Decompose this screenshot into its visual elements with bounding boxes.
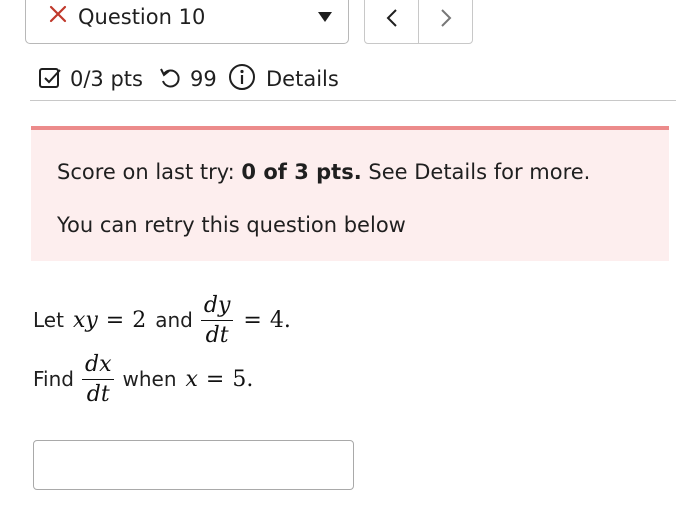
var-x: x	[72, 307, 86, 333]
details-link[interactable]: Details	[228, 60, 339, 96]
points-text: 0/3 pts	[70, 67, 143, 91]
score-line: Score on last try: 0 of 3 pts. See Detai…	[57, 160, 590, 184]
question-nav	[364, 0, 473, 44]
previous-question-button[interactable]	[365, 0, 419, 43]
chevron-right-icon	[440, 9, 451, 27]
and-word: and	[155, 308, 193, 332]
next-question-button[interactable]	[419, 0, 472, 43]
question-selector[interactable]: Question 10	[25, 0, 349, 44]
fraction-numerator: dx	[81, 352, 115, 380]
let-word: Let	[33, 308, 64, 332]
fraction-denominator: dt	[205, 322, 229, 348]
var-x: x	[185, 366, 198, 392]
caret-down-icon	[318, 12, 332, 22]
when-word: when	[122, 367, 177, 391]
chevron-left-icon	[386, 9, 397, 27]
info-icon	[229, 64, 255, 90]
score-suffix: See Details for more.	[368, 160, 591, 184]
details-label: Details	[266, 67, 339, 91]
attempts-count: 99	[190, 67, 217, 91]
question-label: Question 10	[78, 5, 206, 29]
retry-message: You can retry this question below	[57, 213, 406, 237]
find-word: Find	[33, 367, 74, 391]
divider	[30, 100, 676, 101]
equals-sign: =	[105, 307, 125, 333]
x-icon	[49, 5, 67, 23]
checkbox-score-icon	[39, 68, 61, 88]
answer-input[interactable]	[33, 440, 354, 490]
product-value: 2	[132, 307, 147, 333]
equals-sign: =	[205, 366, 225, 392]
dy-dt-fraction: dy dt	[200, 293, 234, 348]
score-banner: Score on last try: 0 of 3 pts. See Detai…	[31, 126, 669, 261]
fraction-denominator: dt	[86, 381, 110, 407]
x-value: 5.	[232, 366, 254, 392]
score-value: 0 of 3 pts.	[241, 160, 362, 184]
var-y: y	[85, 307, 98, 333]
retry-icon	[160, 68, 180, 88]
derivative-value: 4.	[269, 307, 291, 333]
dx-dt-fraction: dx dt	[81, 352, 115, 407]
fraction-numerator: dy	[200, 293, 234, 321]
score-prefix: Score on last try:	[57, 160, 235, 184]
problem-line-2: Find dx dt when x = 5.	[33, 345, 253, 413]
question-meta: 0/3 pts 99 Details	[38, 60, 678, 96]
equals-sign: =	[243, 307, 262, 333]
